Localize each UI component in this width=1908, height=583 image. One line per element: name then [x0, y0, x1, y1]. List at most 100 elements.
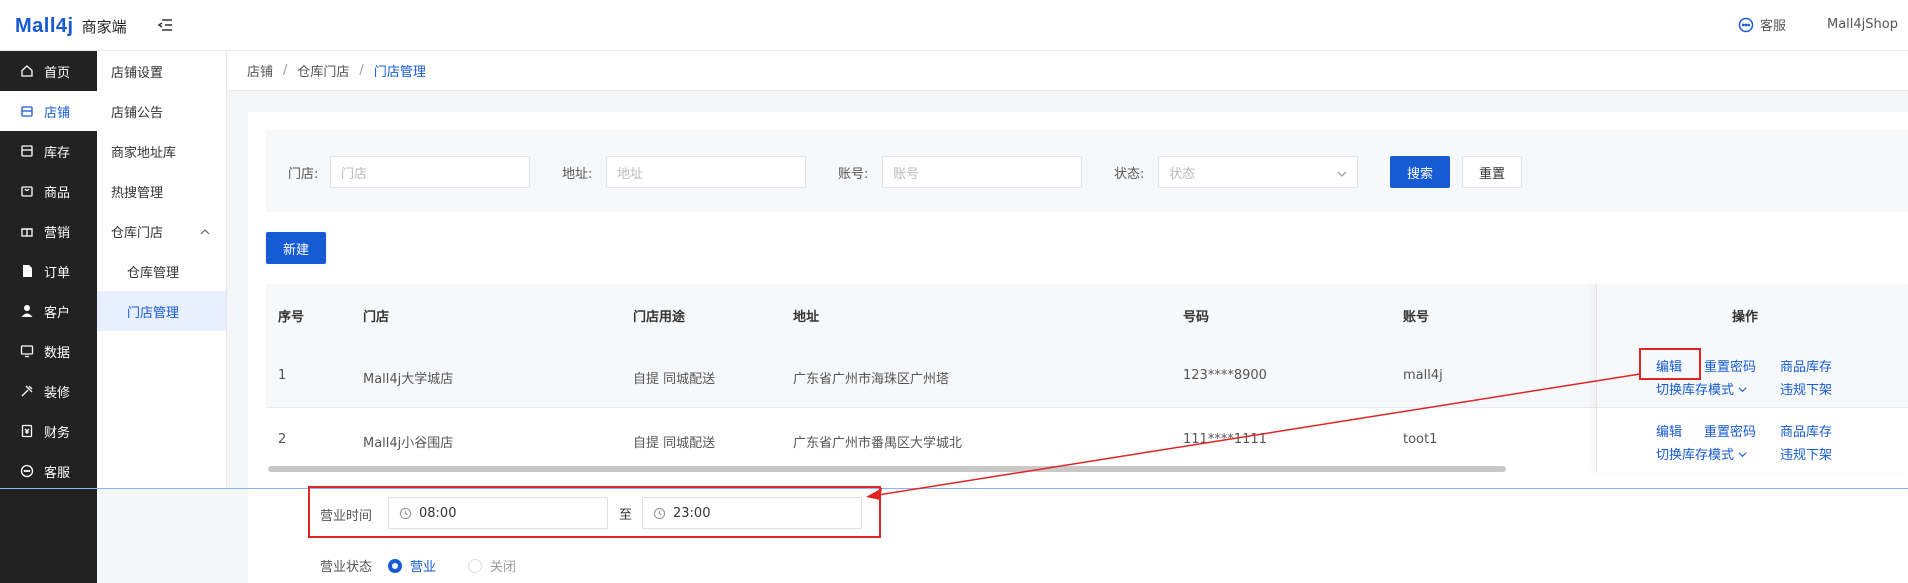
submenu-label: 热搜管理	[111, 185, 164, 201]
submenu-label: 店铺设置	[111, 65, 164, 81]
product-stock-link[interactable]: 商品库存	[1780, 356, 1832, 375]
column-header-account: 账号	[1403, 310, 1430, 325]
sidebar-item-label: 客服	[44, 465, 71, 481]
sidebar-continuation	[0, 489, 97, 583]
sidebar-item-label: 订单	[44, 265, 71, 281]
sidebar-item-label: 营销	[44, 225, 71, 241]
cell-usage: 自提 同城配送	[633, 372, 716, 387]
sidebar-item-label: 客户	[44, 305, 71, 321]
sidebar-item-customer[interactable]: 客户	[0, 291, 97, 331]
inventory-icon	[20, 144, 34, 158]
chevron-down-icon	[1738, 387, 1747, 393]
breadcrumb-separator: /	[283, 63, 288, 78]
switch-stock-mode-dropdown[interactable]: 切换库存模式	[1656, 379, 1747, 398]
address-filter-input[interactable]: 地址	[606, 156, 806, 188]
decorate-icon	[20, 384, 34, 398]
data-icon	[20, 344, 34, 358]
submenu-item-address-library[interactable]: 商家地址库	[97, 131, 226, 171]
logo-text: Mall4j	[15, 14, 74, 37]
column-header-store: 门店	[363, 310, 390, 325]
account-filter-label: 账号:	[838, 167, 869, 182]
cell-index: 1	[278, 368, 287, 383]
status-open-label: 营业	[410, 560, 437, 575]
store-filter-input[interactable]: 门店	[330, 156, 530, 188]
logo-subtitle: 商家端	[81, 17, 127, 36]
sidebar-item-label: 店铺	[44, 105, 71, 121]
sidebar-item-inventory[interactable]: 库存	[0, 131, 97, 171]
product-stock-link[interactable]: 商品库存	[1780, 421, 1832, 440]
edit-link[interactable]: 编辑	[1656, 421, 1682, 440]
violation-offline-link[interactable]: 违规下架	[1780, 444, 1832, 463]
sidebar-item-service[interactable]: 客服	[0, 451, 97, 491]
cell-phone: 123****8900	[1183, 368, 1267, 383]
chevron-up-icon	[200, 226, 210, 241]
edit-form-gutter	[97, 489, 248, 583]
new-store-button[interactable]: 新建	[266, 232, 326, 264]
sidebar-item-label: 装修	[44, 385, 71, 401]
sidebar-item-label: 数据	[44, 345, 71, 361]
sidebar-item-home[interactable]: 首页	[0, 51, 97, 91]
sidebar-item-label: 首页	[44, 65, 71, 81]
cell-account: mall4j	[1403, 368, 1443, 383]
status-open-radio[interactable]: 营业	[388, 556, 436, 575]
status-closed-radio[interactable]: 关闭	[468, 556, 516, 575]
business-status-label: 营业状态	[320, 560, 373, 575]
submenu-label: 仓库门店	[111, 225, 164, 241]
status-closed-label: 关闭	[490, 560, 517, 575]
store-icon	[20, 104, 34, 118]
logo[interactable]: Mall4j 商家端	[15, 14, 127, 38]
finance-icon	[20, 424, 34, 438]
home-icon	[20, 64, 34, 78]
address-filter-placeholder: 地址	[617, 166, 644, 182]
menu-collapse-icon[interactable]	[157, 17, 175, 35]
gift-icon	[20, 224, 34, 238]
reset-button[interactable]: 重置	[1462, 156, 1522, 188]
switch-stock-mode-dropdown[interactable]: 切换库存模式	[1656, 444, 1747, 463]
violation-offline-link[interactable]: 违规下架	[1780, 379, 1832, 398]
cell-store: Mall4j大学城店	[363, 372, 454, 387]
sidebar-item-data[interactable]: 数据	[0, 331, 97, 371]
submenu-item-warehouse-manage[interactable]: 仓库管理	[97, 251, 226, 291]
sidebar-item-label: 财务	[44, 425, 71, 441]
breadcrumb-item-store[interactable]: 店铺	[247, 61, 273, 80]
radio-dot	[468, 558, 482, 573]
annotation-box-edit	[1639, 348, 1701, 380]
shop-name-menu[interactable]: Mall4jShop	[1827, 17, 1898, 32]
chat-icon	[20, 464, 34, 478]
customer-service-button[interactable]: 客服	[1738, 15, 1786, 34]
submenu-item-store-settings[interactable]: 店铺设置	[97, 51, 226, 91]
submenu-group-warehouse-store[interactable]: 仓库门店	[97, 211, 226, 251]
sidebar-item-marketing[interactable]: 营销	[0, 211, 97, 251]
sidebar-item-label: 商品	[44, 185, 71, 201]
submenu-item-store-manage[interactable]: 门店管理	[97, 291, 226, 331]
cell-store: Mall4j小谷围店	[363, 436, 454, 451]
table-horizontal-scrollbar[interactable]	[268, 466, 1506, 472]
sidebar-item-store[interactable]: 店铺	[0, 91, 97, 131]
submenu-label: 店铺公告	[111, 105, 164, 121]
sidebar-item-order[interactable]: 订单	[0, 251, 97, 291]
sidebar-item-product[interactable]: 商品	[0, 171, 97, 211]
sidebar-item-finance[interactable]: 财务	[0, 411, 97, 451]
sidebar-item-decorate[interactable]: 装修	[0, 371, 97, 411]
submenu-item-hot-search[interactable]: 热搜管理	[97, 171, 226, 211]
account-filter-input[interactable]: 账号	[882, 156, 1082, 188]
status-filter-placeholder: 状态	[1169, 166, 1196, 182]
submenu-item-store-notice[interactable]: 店铺公告	[97, 91, 226, 131]
submenu-label: 仓库管理	[127, 265, 180, 281]
reset-password-link[interactable]: 重置密码	[1704, 356, 1756, 375]
cell-phone: 111****1111	[1183, 432, 1267, 447]
address-filter-label: 地址:	[562, 167, 593, 182]
breadcrumb-item-current: 门店管理	[373, 65, 426, 80]
store-filter-placeholder: 门店	[341, 166, 368, 182]
status-filter-select[interactable]: 状态	[1158, 156, 1358, 188]
product-icon	[20, 184, 34, 198]
switch-stock-mode-label: 切换库存模式	[1656, 383, 1735, 398]
submenu-label: 门店管理	[127, 305, 180, 321]
cell-address: 广东省广州市海珠区广州塔	[793, 372, 950, 387]
breadcrumb-item-warehouse-store[interactable]: 仓库门店	[297, 61, 349, 80]
submenu-label: 商家地址库	[111, 145, 177, 161]
column-header-usage: 门店用途	[633, 310, 686, 325]
search-button[interactable]: 搜索	[1390, 156, 1450, 188]
status-filter-label: 状态:	[1114, 167, 1145, 182]
reset-password-link[interactable]: 重置密码	[1704, 421, 1756, 440]
